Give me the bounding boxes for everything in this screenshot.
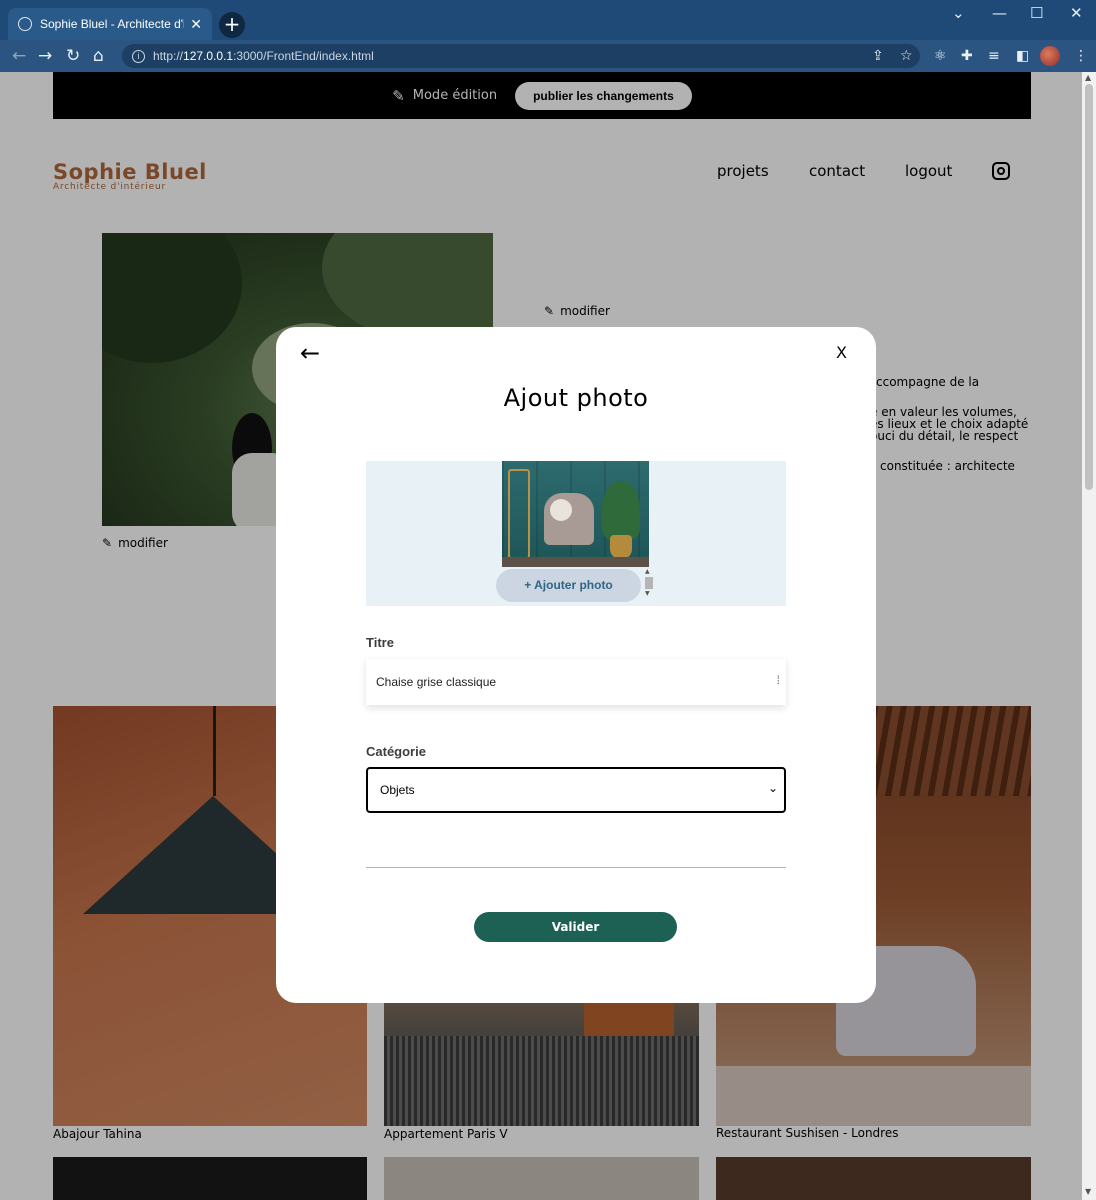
extensions-icon[interactable]: ✚ bbox=[961, 48, 973, 64]
scroll-up-arrow-icon[interactable]: ▲ bbox=[1085, 73, 1091, 82]
minimize-icon[interactable]: — bbox=[992, 4, 1007, 22]
autofill-icon[interactable]: ⁞ bbox=[777, 673, 780, 687]
scroll-down-arrow-icon[interactable]: ▼ bbox=[1085, 1187, 1091, 1196]
url-prefix: http:// bbox=[153, 49, 184, 63]
tab-title: Sophie Bluel - Architecte d'intérieur bbox=[40, 17, 184, 31]
info-icon[interactable]: i bbox=[132, 49, 145, 63]
modal-divider bbox=[366, 867, 786, 868]
globe-icon bbox=[18, 17, 32, 31]
profile-avatar[interactable] bbox=[1040, 46, 1060, 66]
back-arrow-icon[interactable]: ← bbox=[300, 339, 320, 367]
browser-tab[interactable]: Sophie Bluel - Architecte d'intérieur ✕ bbox=[8, 8, 212, 40]
title-input[interactable]: Chaise grise classique ⁞ bbox=[366, 659, 786, 705]
browser-toolbar: ← → ↻ ⌂ i http://127.0.0.1:3000/FrontEnd… bbox=[0, 40, 1096, 72]
scroll-down-arrow-icon[interactable]: ▼ bbox=[645, 591, 655, 597]
submit-button[interactable]: Valider bbox=[474, 912, 677, 942]
category-select[interactable]: Objets ⌄ bbox=[366, 767, 786, 813]
new-tab-button[interactable]: + bbox=[219, 12, 245, 38]
scroll-thumb[interactable] bbox=[645, 577, 653, 589]
reload-icon[interactable]: ↻ bbox=[66, 46, 80, 66]
photo-upload-zone[interactable]: + Ajouter photo ▲ ▼ bbox=[366, 461, 786, 606]
maximize-icon[interactable]: ☐ bbox=[1030, 4, 1043, 22]
share-icon[interactable]: ⇪ bbox=[872, 48, 884, 64]
sidepanel-icon[interactable]: ◧ bbox=[1016, 48, 1029, 64]
modal-title: Ajout photo bbox=[503, 384, 649, 412]
add-photo-button[interactable]: + Ajouter photo bbox=[496, 569, 641, 602]
add-photo-modal: ← X Ajout photo + Ajouter photo ▲ ▼ Titr… bbox=[276, 327, 876, 1003]
media-list-icon[interactable]: ≡ bbox=[988, 48, 1000, 64]
bookmark-star-icon[interactable]: ☆ bbox=[900, 48, 913, 64]
category-selected-value: Objets bbox=[380, 783, 415, 797]
scroll-up-arrow-icon[interactable]: ▲ bbox=[645, 569, 655, 575]
address-bar[interactable]: i http://127.0.0.1:3000/FrontEnd/index.h… bbox=[122, 44, 920, 68]
title-input-value: Chaise grise classique bbox=[376, 675, 497, 689]
tab-search-icon[interactable]: ⌄ bbox=[952, 4, 965, 22]
menu-dots-icon[interactable]: ⋮ bbox=[1074, 48, 1088, 64]
close-modal-button[interactable]: X bbox=[836, 343, 847, 362]
page-scrollbar[interactable]: ▲ ▼ bbox=[1082, 72, 1096, 1200]
category-field-label: Catégorie bbox=[366, 744, 426, 759]
react-devtools-icon[interactable]: ⚛ bbox=[934, 48, 947, 64]
url-path: :3000/FrontEnd/index.html bbox=[233, 49, 374, 63]
chevron-down-icon: ⌄ bbox=[767, 781, 778, 795]
window-close-icon[interactable]: ✕ bbox=[1070, 4, 1083, 22]
tab-close-icon[interactable]: ✕ bbox=[190, 16, 202, 33]
browser-tab-bar: Sophie Bluel - Architecte d'intérieur ✕ … bbox=[0, 0, 1096, 40]
url-host: 127.0.0.1 bbox=[183, 49, 234, 63]
home-icon[interactable]: ⌂ bbox=[93, 46, 104, 66]
photo-preview bbox=[502, 461, 649, 567]
title-field-label: Titre bbox=[366, 635, 394, 650]
upload-scrollbar[interactable]: ▲ ▼ bbox=[645, 569, 655, 601]
forward-icon[interactable]: → bbox=[38, 46, 52, 66]
scroll-thumb[interactable] bbox=[1085, 84, 1093, 490]
back-icon[interactable]: ← bbox=[12, 46, 26, 66]
